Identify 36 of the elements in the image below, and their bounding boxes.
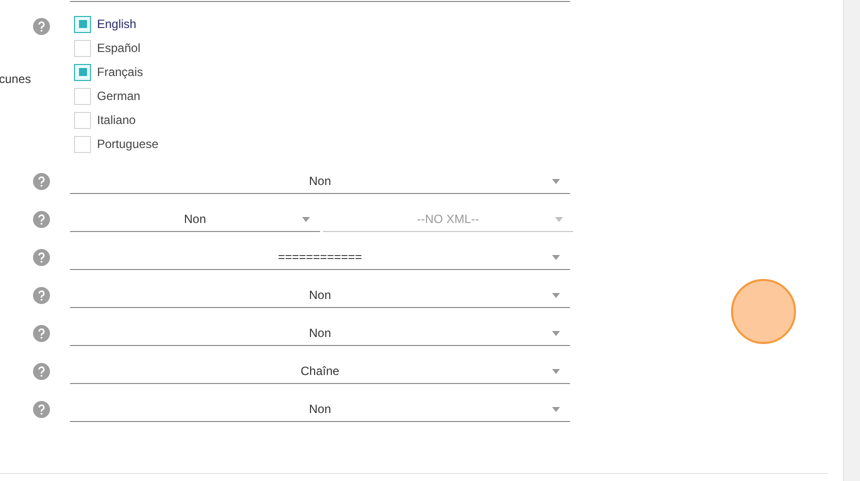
caret-icon [302, 217, 310, 222]
help-icon[interactable] [33, 362, 50, 380]
caret-icon [552, 369, 560, 374]
caret-icon [552, 331, 560, 336]
help-icon[interactable] [33, 18, 50, 35]
checkbox[interactable] [74, 16, 91, 32]
help-icon[interactable] [33, 172, 50, 190]
dropdown[interactable]: Non [70, 206, 320, 232]
dropdown[interactable]: Non [70, 282, 570, 308]
dropdown[interactable]: Non [70, 168, 570, 194]
checkbox-label[interactable]: Español [97, 39, 140, 57]
dropdown[interactable]: Non [70, 396, 570, 422]
caret-icon [552, 407, 560, 412]
dropdown[interactable]: Chaîne [70, 358, 570, 384]
caret-icon [552, 255, 560, 260]
caret-icon [552, 179, 560, 184]
dropdown[interactable]: Non [70, 320, 570, 346]
checkbox-label[interactable]: Italiano [97, 111, 136, 129]
checkbox-label[interactable]: Portuguese [97, 135, 158, 153]
help-icon[interactable] [33, 324, 50, 342]
caret-icon [555, 217, 563, 222]
checkbox-label[interactable]: German [97, 87, 140, 105]
checkbox[interactable] [74, 40, 91, 56]
checkbox[interactable] [74, 64, 91, 80]
checkbox[interactable] [74, 136, 91, 152]
caret-icon [552, 293, 560, 298]
help-icon[interactable] [33, 210, 50, 228]
help-icon[interactable] [33, 400, 50, 418]
dropdown[interactable]: ============ [70, 244, 570, 270]
checkbox[interactable] [74, 112, 91, 128]
scrollbar-track[interactable] [843, 0, 860, 481]
checkbox-label[interactable]: Français [97, 63, 144, 81]
help-icon[interactable] [33, 286, 50, 304]
help-icon[interactable] [33, 248, 50, 266]
checkbox-label[interactable]: English [97, 15, 136, 33]
checkbox[interactable] [74, 88, 91, 104]
